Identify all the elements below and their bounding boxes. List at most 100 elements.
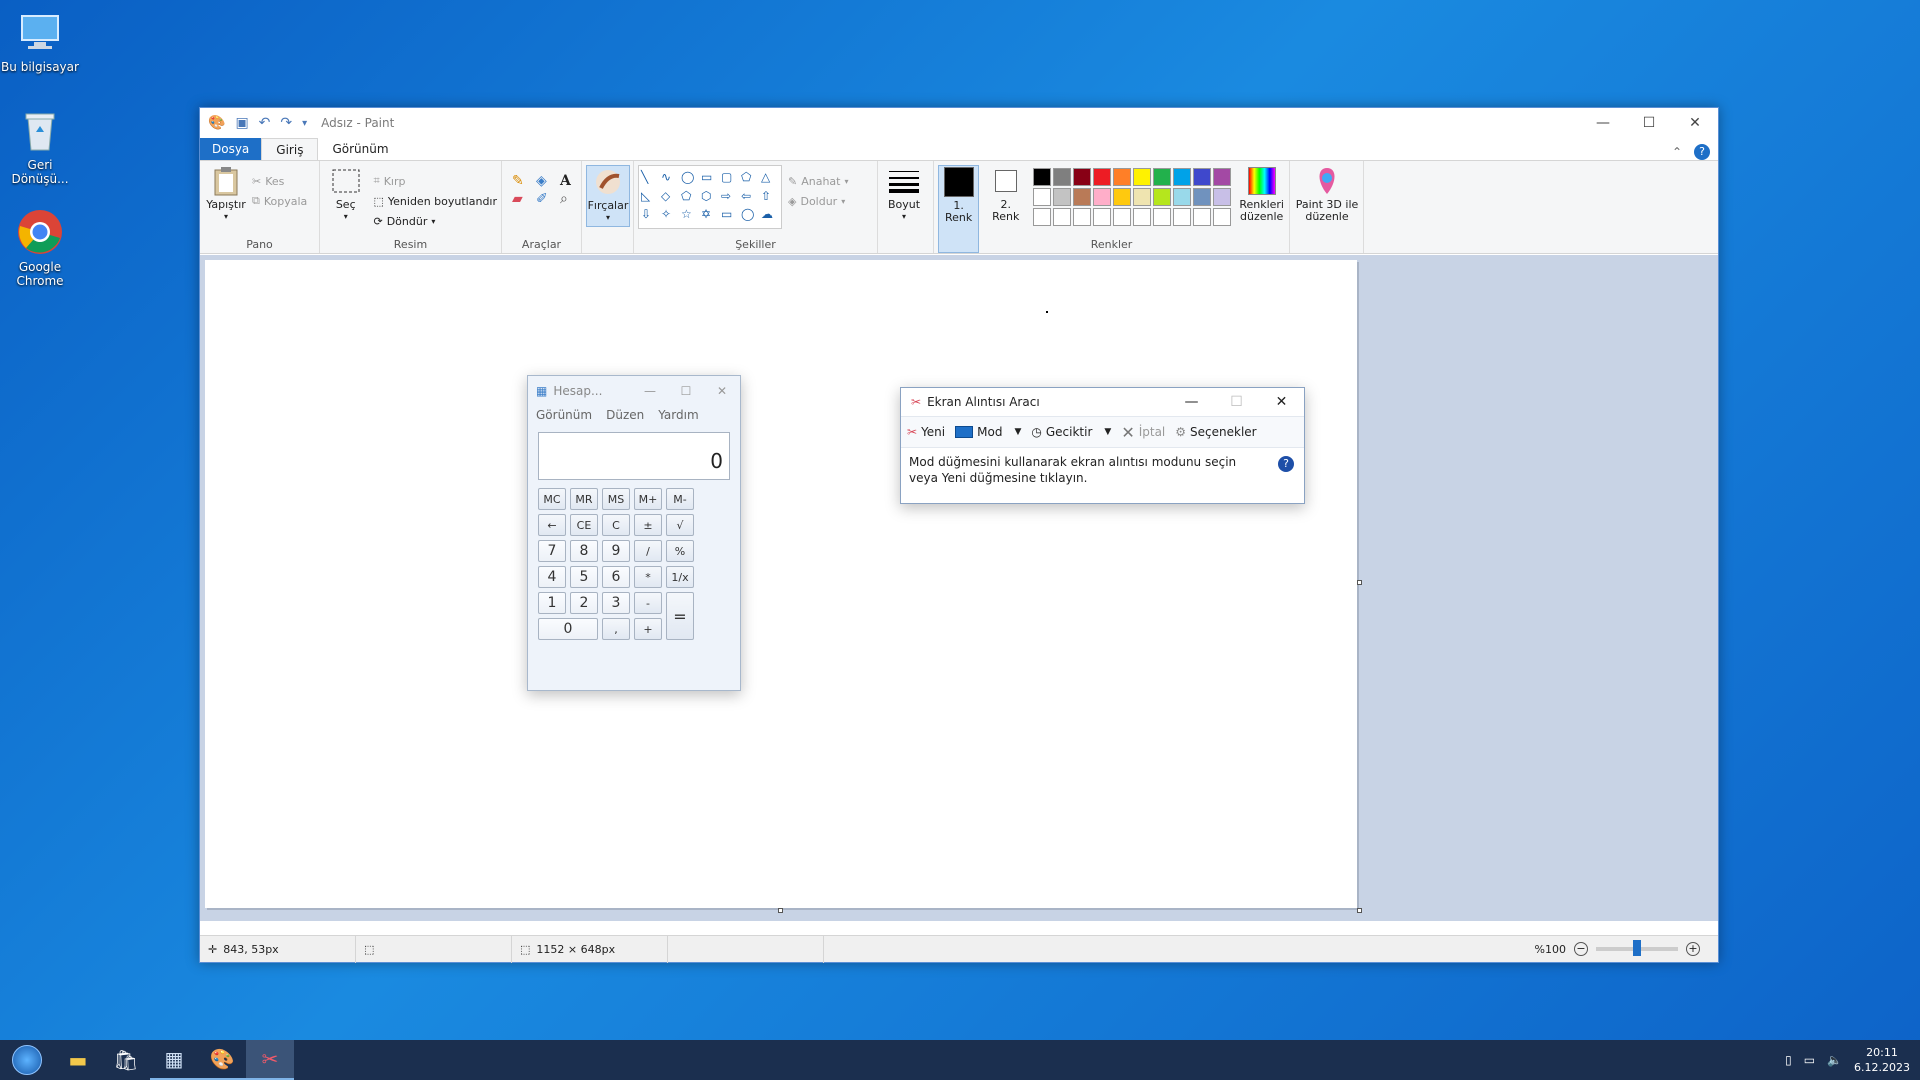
- taskbar-snipping-tool[interactable]: ✂: [246, 1040, 294, 1080]
- tab-view[interactable]: Görünüm: [318, 138, 402, 160]
- size-button[interactable]: Boyut ▾: [882, 165, 926, 223]
- undo-icon[interactable]: ↶: [259, 115, 271, 131]
- star5-shape-icon[interactable]: ☆: [681, 207, 699, 224]
- cut-button[interactable]: ✂ Kes: [252, 171, 307, 191]
- brushes-button[interactable]: Fırçalar ▾: [586, 165, 630, 227]
- crop-button[interactable]: ⌗ Kırp: [373, 171, 497, 191]
- snip-maximize-button[interactable]: ☐: [1214, 394, 1259, 410]
- taskbar-calculator[interactable]: ▦: [150, 1040, 198, 1080]
- palette-swatch[interactable]: [1133, 188, 1152, 206]
- triangle-shape-icon[interactable]: △: [761, 170, 779, 187]
- palette-swatch[interactable]: [1113, 168, 1132, 186]
- down-arrow-shape-icon[interactable]: ⇩: [641, 207, 659, 224]
- copy-button[interactable]: ⧉ Kopyala: [252, 191, 307, 211]
- palette-swatch[interactable]: [1093, 168, 1112, 186]
- palette-swatch[interactable]: [1153, 208, 1172, 226]
- help-icon[interactable]: ?: [1694, 144, 1710, 160]
- line-shape-icon[interactable]: ╲: [641, 170, 659, 187]
- up-arrow-shape-icon[interactable]: ⇧: [761, 189, 779, 206]
- palette-swatch[interactable]: [1053, 188, 1072, 206]
- palette-swatch[interactable]: [1153, 168, 1172, 186]
- desktop-icon-chrome[interactable]: Google Chrome: [0, 208, 80, 288]
- collapse-ribbon-icon[interactable]: ⌃: [1672, 145, 1682, 159]
- delay-dropdown-icon[interactable]: ▼: [1104, 427, 1111, 437]
- palette-swatch[interactable]: [1133, 168, 1152, 186]
- mode-dropdown-icon[interactable]: ▼: [1014, 427, 1021, 437]
- menu-view[interactable]: Görünüm: [536, 408, 592, 422]
- cancel-button[interactable]: ✕ İptal: [1121, 423, 1165, 442]
- calc-key-divide[interactable]: /: [634, 540, 662, 562]
- palette-swatch[interactable]: [1093, 188, 1112, 206]
- calc-key-3[interactable]: 3: [602, 592, 630, 614]
- callout-rect-shape-icon[interactable]: ▭: [721, 207, 739, 224]
- zoom-in-button[interactable]: +: [1686, 942, 1700, 956]
- taskbar-store[interactable]: 🛍: [102, 1040, 150, 1080]
- palette-swatch[interactable]: [1113, 208, 1132, 226]
- palette-swatch[interactable]: [1193, 188, 1212, 206]
- star4-shape-icon[interactable]: ✧: [661, 207, 679, 224]
- calc-key-memory-add[interactable]: M+: [634, 488, 662, 510]
- oval-shape-icon[interactable]: ◯: [681, 170, 699, 187]
- mode-button[interactable]: Mod ▼: [955, 425, 1021, 439]
- palette-swatch[interactable]: [1133, 208, 1152, 226]
- calc-minimize-button[interactable]: —: [632, 384, 668, 398]
- calc-key-reciprocal[interactable]: 1/x: [666, 566, 694, 588]
- resize-handle-bottom[interactable]: [778, 908, 783, 913]
- calc-key-1[interactable]: 1: [538, 592, 566, 614]
- start-button[interactable]: [0, 1040, 54, 1080]
- palette-swatch[interactable]: [1073, 208, 1092, 226]
- calc-key-2[interactable]: 2: [570, 592, 598, 614]
- calc-key-memory-store[interactable]: MS: [602, 488, 630, 510]
- palette-swatch[interactable]: [1033, 208, 1052, 226]
- right-arrow-shape-icon[interactable]: ⇨: [721, 189, 739, 206]
- network-icon[interactable]: ▭: [1804, 1053, 1815, 1067]
- usb-icon[interactable]: ▯: [1785, 1053, 1792, 1067]
- resize-button[interactable]: ⬚ Yeniden boyutlandır: [373, 191, 497, 211]
- volume-icon[interactable]: 🔈: [1827, 1053, 1842, 1067]
- palette-swatch[interactable]: [1093, 208, 1112, 226]
- text-tool-icon[interactable]: A: [560, 173, 582, 189]
- calc-key-4[interactable]: 4: [538, 566, 566, 588]
- drawing-canvas[interactable]: [205, 260, 1357, 908]
- menu-edit[interactable]: Düzen: [606, 408, 644, 422]
- new-snip-button[interactable]: ✂ Yeni: [907, 425, 945, 439]
- palette-swatch[interactable]: [1033, 168, 1052, 186]
- rounded-rect-shape-icon[interactable]: ▢: [721, 170, 739, 187]
- right-triangle-shape-icon[interactable]: ◺: [641, 189, 659, 206]
- save-icon[interactable]: ▣: [235, 115, 248, 131]
- resize-handle-right[interactable]: [1357, 580, 1362, 585]
- curve-shape-icon[interactable]: ∿: [661, 170, 679, 187]
- calc-key-negate[interactable]: ±: [634, 514, 662, 536]
- pentagon-shape-icon[interactable]: ⬠: [681, 189, 699, 206]
- palette-swatch[interactable]: [1153, 188, 1172, 206]
- menu-help[interactable]: Yardım: [658, 408, 698, 422]
- palette-swatch[interactable]: [1033, 188, 1052, 206]
- snip-help-icon[interactable]: ?: [1278, 456, 1294, 472]
- calc-key-backspace[interactable]: ←: [538, 514, 566, 536]
- palette-swatch[interactable]: [1073, 168, 1092, 186]
- shapes-gallery[interactable]: ╲ ∿ ◯ ▭ ▢ ⬠ △ ◺ ◇ ⬠ ⬡ ⇨ ⇦ ⇧ ⇩ ✧ ☆ ✡ ▭ ◯ ☁: [638, 165, 782, 229]
- quick-access-dropdown-icon[interactable]: ▾: [302, 118, 307, 129]
- clock[interactable]: 20:11 6.12.2023: [1854, 1045, 1910, 1075]
- snip-close-button[interactable]: ✕: [1259, 394, 1304, 410]
- maximize-button[interactable]: ☐: [1626, 108, 1672, 138]
- palette-swatch[interactable]: [1053, 168, 1072, 186]
- fill-button[interactable]: ◈ Doldur ▾: [788, 191, 849, 211]
- zoom-out-button[interactable]: −: [1574, 942, 1588, 956]
- calc-key-multiply[interactable]: *: [634, 566, 662, 588]
- calc-key-clear[interactable]: C: [602, 514, 630, 536]
- magnifier-icon[interactable]: ⌕: [560, 191, 582, 207]
- calc-key-8[interactable]: 8: [570, 540, 598, 562]
- taskbar-paint[interactable]: 🎨: [198, 1040, 246, 1080]
- zoom-slider[interactable]: [1596, 940, 1678, 956]
- palette-swatch[interactable]: [1173, 188, 1192, 206]
- fill-bucket-icon[interactable]: ◈: [536, 173, 558, 189]
- calc-close-button[interactable]: ✕: [704, 384, 740, 398]
- color-picker-icon[interactable]: ✐: [536, 191, 558, 207]
- outline-button[interactable]: ✎ Anahat ▾: [788, 171, 849, 191]
- calc-key-equals[interactable]: =: [666, 592, 694, 640]
- calc-key-9[interactable]: 9: [602, 540, 630, 562]
- calc-key-clear-entry[interactable]: CE: [570, 514, 598, 536]
- left-arrow-shape-icon[interactable]: ⇦: [741, 189, 759, 206]
- palette-swatch[interactable]: [1073, 188, 1092, 206]
